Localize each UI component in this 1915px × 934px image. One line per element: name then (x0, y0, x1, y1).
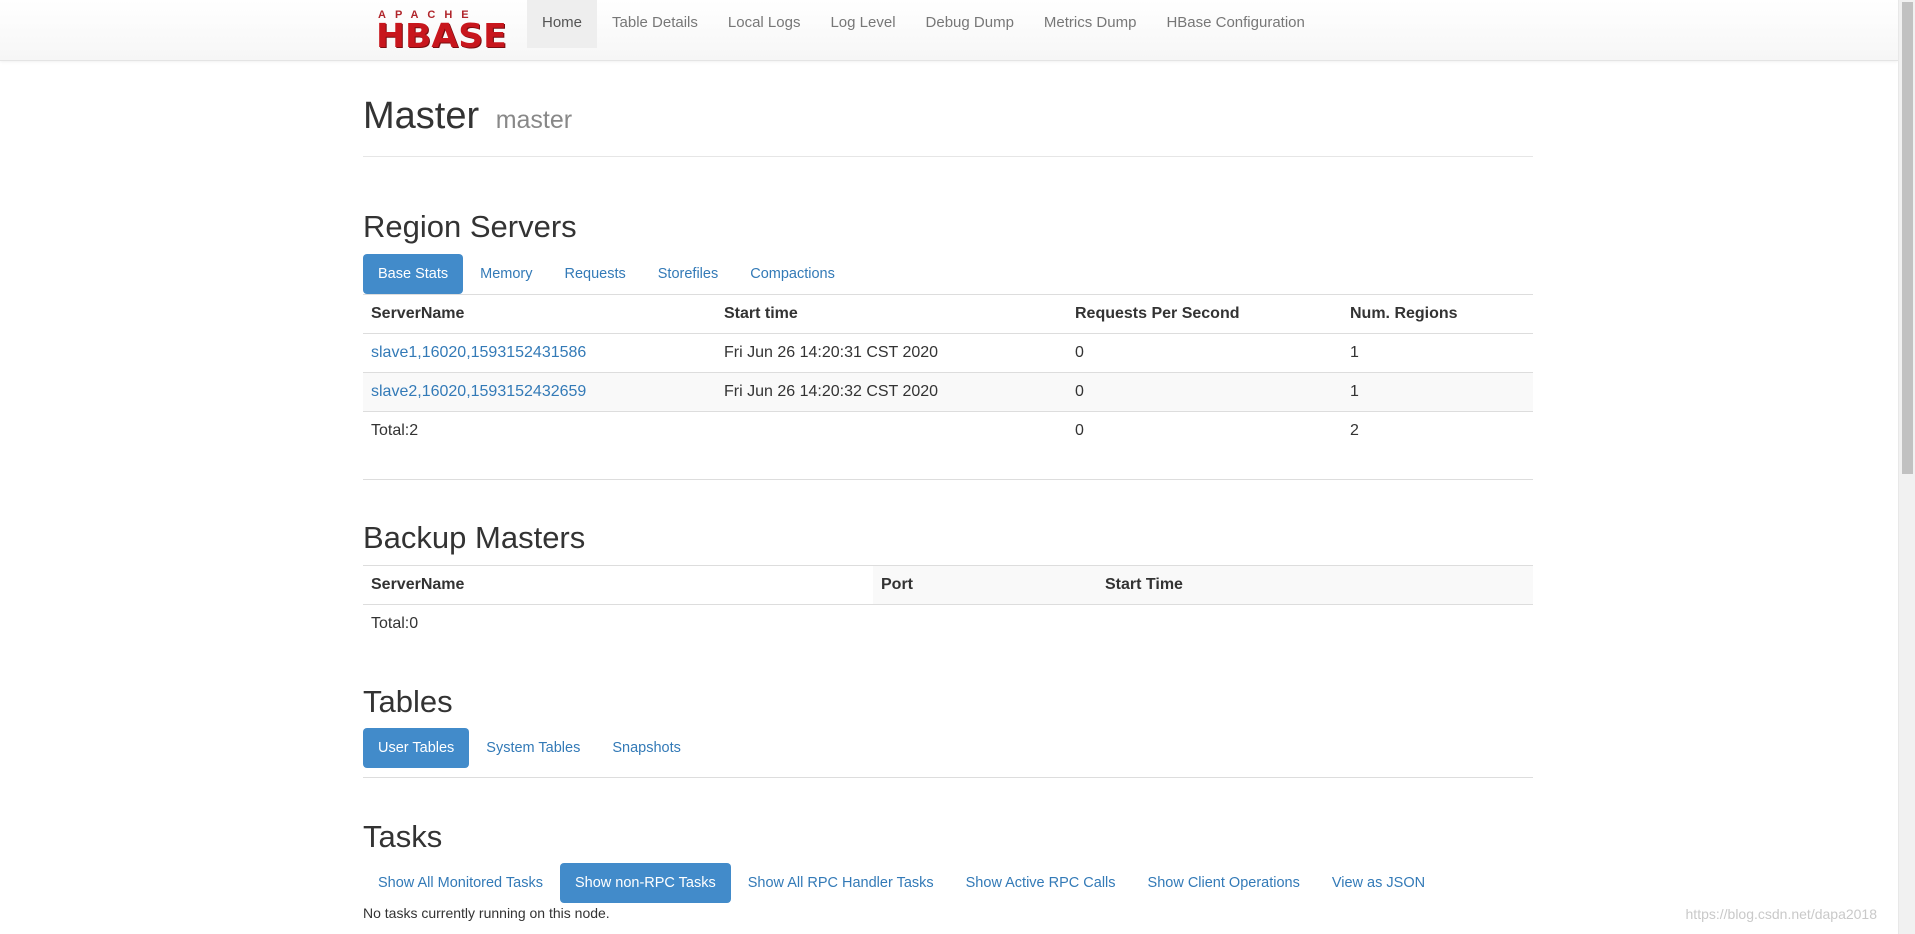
tab-show-active-rpc-calls[interactable]: Show Active RPC Calls (951, 863, 1131, 903)
requests-cell: 0 (1067, 372, 1342, 412)
scrollbar-thumb[interactable] (1902, 2, 1913, 474)
col-servername: ServerName (363, 565, 873, 605)
tables-tabs: User Tables System Tables Snapshots (363, 728, 698, 768)
nav-log-level[interactable]: Log Level (815, 0, 910, 48)
region-servers-heading: Region Servers (363, 209, 577, 244)
tab-user-tables[interactable]: User Tables (363, 728, 470, 768)
tab-system-tables[interactable]: System Tables (471, 728, 595, 768)
total-empty (716, 411, 1067, 451)
total-requests: 0 (1067, 411, 1342, 451)
table-total-row: Total:2 0 2 (363, 411, 1533, 451)
regions-cell: 1 (1342, 372, 1533, 412)
regions-cell: 1 (1342, 333, 1533, 373)
backup-masters-heading: Backup Masters (363, 520, 586, 555)
tab-storefiles[interactable]: Storefiles (643, 254, 733, 294)
nav-home[interactable]: Home (527, 0, 598, 48)
tab-compactions[interactable]: Compactions (735, 254, 850, 294)
tab-show-non-rpc-tasks[interactable]: Show non-RPC Tasks (559, 863, 731, 903)
hbase-logo[interactable]: APACHE HBASE (376, 9, 514, 53)
col-requests-per-second: Requests Per Second (1067, 294, 1342, 334)
tab-show-client-operations[interactable]: Show Client Operations (1133, 863, 1315, 903)
col-start-time: Start Time (1097, 565, 1533, 605)
total-label: Total:2 (363, 411, 716, 451)
table-row: slave1,16020,1593152431586 Fri Jun 26 14… (363, 333, 1533, 373)
nav-metrics-dump[interactable]: Metrics Dump (1029, 0, 1152, 48)
navbar: APACHE HBASE Home Table Details Local Lo… (0, 0, 1898, 61)
tab-requests[interactable]: Requests (550, 254, 641, 294)
total-regions: 2 (1342, 411, 1533, 451)
server-link[interactable]: slave2,16020,1593152432659 (371, 383, 586, 400)
table-header-row: ServerName Start time Requests Per Secon… (363, 294, 1533, 334)
tab-show-all-rpc-handler-tasks[interactable]: Show All RPC Handler Tasks (733, 863, 949, 903)
col-start-time: Start time (716, 294, 1067, 334)
start-time-cell: Fri Jun 26 14:20:31 CST 2020 (716, 333, 1067, 373)
main-nav: Home Table Details Local Logs Log Level … (527, 0, 1320, 48)
nav-debug-dump[interactable]: Debug Dump (911, 0, 1029, 48)
requests-cell: 0 (1067, 333, 1342, 373)
empty-cell (1097, 605, 1533, 644)
tab-base-stats[interactable]: Base Stats (363, 254, 464, 294)
tasks-tabs: Show All Monitored Tasks Show non-RPC Ta… (363, 863, 1442, 903)
total-label: Total:0 (363, 604, 873, 644)
table-row: slave2,16020,1593152432659 Fri Jun 26 14… (363, 372, 1533, 412)
region-servers-tabs: Base Stats Memory Requests Storefiles Co… (363, 254, 852, 294)
table-total-row: Total:0 (363, 604, 1533, 644)
vertical-scrollbar[interactable] (1898, 0, 1915, 934)
tab-memory[interactable]: Memory (465, 254, 547, 294)
tasks-status-note: No tasks currently running on this node. (363, 905, 610, 921)
tab-view-as-json[interactable]: View as JSON (1317, 863, 1440, 903)
tasks-heading: Tasks (363, 819, 443, 854)
region-servers-table: ServerName Start time Requests Per Secon… (363, 294, 1533, 451)
watermark: https://blog.csdn.net/dapa2018 (1685, 906, 1877, 922)
nav-local-logs[interactable]: Local Logs (713, 0, 816, 48)
col-num-regions: Num. Regions (1342, 294, 1533, 334)
page-header: Master master (363, 92, 1533, 157)
divider (363, 777, 1533, 778)
empty-cell (873, 605, 1097, 644)
start-time-cell: Fri Jun 26 14:20:32 CST 2020 (716, 372, 1067, 412)
nav-table-details[interactable]: Table Details (597, 0, 713, 48)
col-servername: ServerName (363, 294, 716, 334)
tab-snapshots[interactable]: Snapshots (597, 728, 696, 768)
nav-hbase-configuration[interactable]: HBase Configuration (1151, 0, 1319, 48)
server-link[interactable]: slave1,16020,1593152431586 (371, 344, 586, 361)
table-header-row: ServerName Port Start Time (363, 565, 1533, 605)
tab-show-all-monitored-tasks[interactable]: Show All Monitored Tasks (363, 863, 558, 903)
page-subtitle: master (495, 106, 573, 134)
backup-masters-table: ServerName Port Start Time Total:0 (363, 565, 1533, 644)
logo-hbase-text: HBASE (376, 16, 507, 55)
col-port: Port (873, 565, 1097, 605)
tables-heading: Tables (363, 684, 453, 719)
page-title: Master master (363, 95, 573, 137)
divider (363, 479, 1533, 480)
